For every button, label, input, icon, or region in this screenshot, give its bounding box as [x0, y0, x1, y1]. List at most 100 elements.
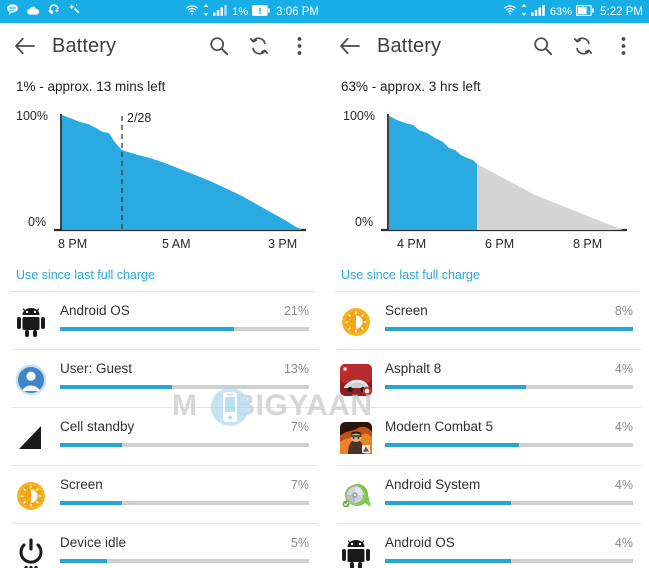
search-icon [534, 37, 553, 56]
y-axis-label-bottom: 0% [355, 215, 373, 229]
missed-call-icon [47, 3, 61, 21]
cloud-icon [26, 3, 40, 21]
app-bar-right: Battery [325, 23, 649, 69]
usage-progress-bar [60, 559, 309, 563]
list-item[interactable]: Android OS 21% [0, 292, 325, 349]
list-item-percent: 4% [614, 362, 633, 376]
list-item[interactable]: Asphalt 8 4% [325, 350, 649, 407]
list-item-percent: 7% [290, 478, 309, 492]
list-item-label: Device idle [60, 535, 127, 550]
refresh-icon [249, 37, 269, 55]
day-divider-label: 2/28 [127, 111, 151, 125]
list-item[interactable]: Device idle 5% [0, 524, 325, 568]
cell-signal-bars-icon [12, 419, 50, 457]
magic-wand-icon [68, 3, 81, 21]
android-robot-icon [337, 535, 375, 568]
status-bar-left: 1% 3:06 PM [0, 0, 325, 23]
power-idle-icon [12, 535, 50, 568]
wifi-icon [503, 3, 517, 21]
y-axis-label-bottom: 0% [28, 215, 46, 229]
list-item-percent: 7% [290, 420, 309, 434]
cell-signal-icon [213, 3, 228, 21]
battery-history-graph-left: 100% 0% 2/28 8 PM 5 AM 3 PM [16, 109, 306, 251]
list-item-label: Modern Combat 5 [385, 419, 494, 434]
page-title: Battery [52, 34, 117, 57]
list-item[interactable]: Cell standby 7% [0, 408, 325, 465]
user-avatar-icon [12, 361, 50, 399]
y-axis-label-top: 100% [16, 109, 48, 123]
list-item-body: Device idle 5% [60, 533, 309, 563]
battery-history-graph-right: 100% 0% 4 PM 6 PM 8 PM [343, 109, 627, 251]
list-item-percent: 4% [614, 478, 633, 492]
phone-screen-left: 1% 3:06 PM Battery 1% - approx. 13 mins … [0, 0, 325, 568]
status-bar-notification-icons [6, 3, 185, 21]
status-bar-system-icons: 1% 3:06 PM [185, 3, 319, 21]
battery-icon [576, 3, 595, 21]
modern-combat-app-icon [337, 419, 375, 457]
x-axis-tick-2: 8 PM [573, 237, 602, 251]
brightness-icon [12, 477, 50, 515]
search-button[interactable] [532, 35, 554, 57]
list-item-percent: 4% [614, 420, 633, 434]
overflow-menu-button[interactable] [288, 35, 310, 57]
app-bar-left: Battery [0, 23, 325, 69]
list-item[interactable]: Android OS 4% [325, 524, 649, 568]
wifi-icon [185, 3, 199, 21]
list-item-label: Android System [385, 477, 481, 492]
app-bar-actions [532, 35, 637, 57]
list-item-percent: 13% [283, 362, 309, 376]
usage-progress-bar [385, 385, 633, 389]
battery-warning-icon [252, 3, 271, 21]
battery-projected-area [477, 164, 623, 230]
search-button[interactable] [208, 35, 230, 57]
list-item-body: Modern Combat 5 4% [385, 417, 633, 447]
list-item[interactable]: Modern Combat 5 4% [325, 408, 649, 465]
x-axis-tick-1: 6 PM [485, 237, 514, 251]
status-bar-system-icons: 63% 5:22 PM [503, 3, 643, 21]
x-axis-tick-1: 5 AM [162, 237, 191, 251]
usage-progress-bar [385, 501, 633, 505]
list-item-label: Asphalt 8 [385, 361, 442, 376]
y-axis-label-top: 100% [343, 109, 375, 123]
x-axis-tick-0: 4 PM [397, 237, 426, 251]
list-item-percent: 4% [614, 536, 633, 550]
usage-progress-bar [385, 327, 633, 331]
usage-progress-bar [60, 385, 309, 389]
usage-progress-bar [60, 443, 309, 447]
refresh-button[interactable] [248, 35, 270, 57]
battery-area-left [62, 115, 301, 230]
battery-summary-right: 63% - approx. 3 hrs left [341, 79, 481, 94]
android-system-icon [337, 477, 375, 515]
cell-signal-icon [530, 3, 546, 21]
x-axis-tick-0: 8 PM [58, 237, 87, 251]
battery-chart-right: 100% 0% 4 PM 6 PM 8 PM [325, 98, 649, 258]
list-item[interactable]: User: Guest 13% [0, 350, 325, 407]
phone-screen-right: 63% 5:22 PM Battery 63% - approx. 3 hrs … [325, 0, 649, 568]
list-item[interactable]: Android System 4% [325, 466, 649, 523]
data-transfer-icon [203, 3, 209, 21]
brightness-icon [337, 303, 375, 341]
dual-screenshot-container: 1% 3:06 PM Battery 1% - approx. 13 mins … [0, 0, 649, 568]
list-item[interactable]: Screen 8% [325, 292, 649, 349]
asphalt8-app-icon [337, 361, 375, 399]
battery-summary-left: 1% - approx. 13 mins left [16, 79, 166, 94]
back-button[interactable] [337, 33, 363, 59]
list-item[interactable]: Screen 7% [0, 466, 325, 523]
data-transfer-icon [521, 3, 527, 21]
usage-progress-bar [60, 327, 309, 331]
search-icon [210, 37, 229, 56]
list-item-percent: 8% [614, 304, 633, 318]
list-item-body: Asphalt 8 4% [385, 359, 633, 389]
list-item-label: User: Guest [60, 361, 133, 376]
refresh-button[interactable] [572, 35, 594, 57]
battery-percent-label: 63% [549, 5, 573, 18]
list-item-percent: 21% [283, 304, 309, 318]
list-item-label: Screen [60, 477, 103, 492]
battery-area-right [389, 116, 477, 230]
section-header-right: Use since last full charge [341, 268, 480, 282]
list-item-body: Screen 8% [385, 301, 633, 331]
battery-percent-label: 1% [232, 5, 249, 18]
back-button[interactable] [12, 33, 38, 59]
list-item-body: User: Guest 13% [60, 359, 309, 389]
overflow-menu-button[interactable] [612, 35, 634, 57]
